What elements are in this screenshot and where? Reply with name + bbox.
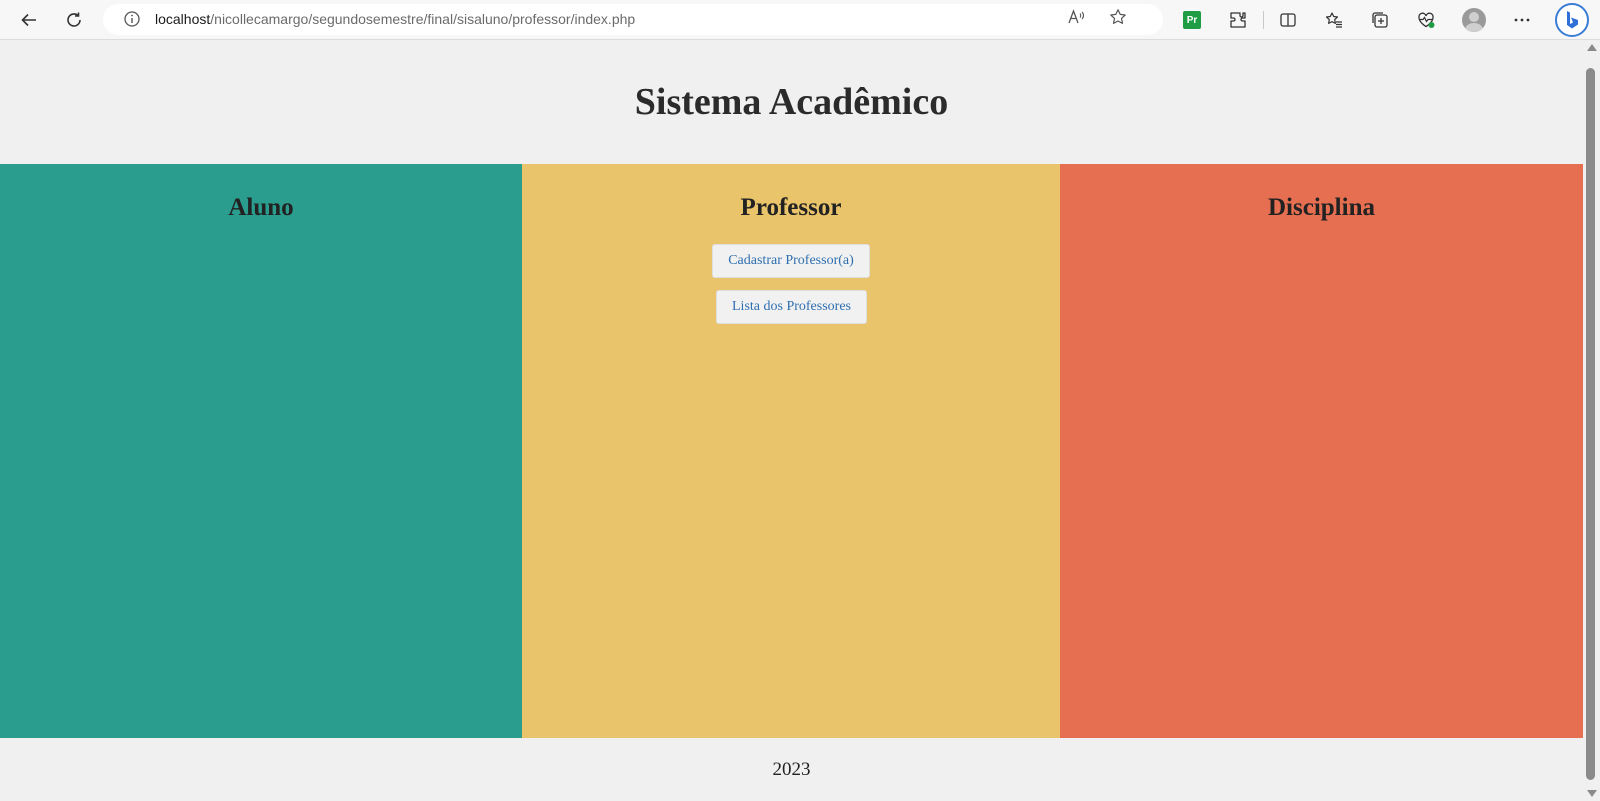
address-bar[interactable]: localhost/nicollecamargo/segundosemestre…: [103, 4, 1163, 35]
page-content: Sistema Acadêmico Aluno Professor Cadast…: [0, 40, 1583, 801]
more-button[interactable]: [1506, 4, 1538, 36]
browser-essentials-icon: [1417, 11, 1435, 29]
favorite-star-icon: [1109, 8, 1127, 31]
back-button[interactable]: [13, 4, 45, 36]
aluno-section: Aluno: [0, 164, 522, 738]
url-text[interactable]: localhost/nicollecamargo/segundosemestre…: [155, 11, 635, 27]
favorites-button[interactable]: [1318, 4, 1350, 36]
page-title: Sistema Acadêmico: [634, 81, 949, 123]
lista-professores-button[interactable]: Lista dos Professores: [716, 290, 867, 324]
professor-section: Professor Cadastrar Professor(a) Lista d…: [522, 164, 1060, 738]
pr-extension-button[interactable]: Pr: [1176, 4, 1208, 36]
aluno-section-title: Aluno: [228, 194, 294, 221]
refresh-icon: [65, 11, 83, 29]
split-screen-button[interactable]: [1272, 4, 1304, 36]
favorite-button[interactable]: [1103, 4, 1133, 35]
favorites-icon: [1325, 11, 1343, 29]
more-icon: [1513, 11, 1531, 29]
toolbar-divider: [1263, 11, 1264, 29]
disciplina-section: Disciplina: [1060, 164, 1583, 738]
profile-button[interactable]: [1458, 4, 1490, 36]
site-info-icon[interactable]: [123, 10, 141, 33]
collections-icon: [1371, 11, 1389, 29]
url-path: /nicollecamargo/segundosemestre/final/si…: [210, 11, 636, 27]
disciplina-section-title: Disciplina: [1268, 194, 1375, 221]
footer-year: 2023: [772, 758, 811, 780]
extensions-icon: [1229, 11, 1247, 29]
copilot-button[interactable]: [1554, 2, 1590, 38]
read-aloud-button[interactable]: [1061, 4, 1091, 35]
browser-essentials-button[interactable]: [1410, 4, 1442, 36]
split-screen-icon: [1279, 11, 1297, 29]
vertical-scrollbar[interactable]: [1583, 40, 1600, 801]
cadastrar-professor-button[interactable]: Cadastrar Professor(a): [712, 244, 870, 278]
extensions-button[interactable]: [1222, 4, 1254, 36]
scroll-up-arrow-icon[interactable]: [1587, 44, 1597, 51]
scroll-down-arrow-icon[interactable]: [1587, 790, 1597, 797]
refresh-button[interactable]: [58, 4, 90, 36]
profile-icon: [1462, 8, 1486, 32]
read-aloud-icon: [1067, 8, 1085, 31]
browser-toolbar: localhost/nicollecamargo/segundosemestre…: [0, 0, 1600, 40]
scrollbar-thumb[interactable]: [1586, 68, 1595, 780]
collections-button[interactable]: [1364, 4, 1396, 36]
pr-extension-icon: Pr: [1183, 11, 1201, 29]
professor-section-title: Professor: [740, 194, 842, 221]
back-icon: [20, 11, 38, 29]
url-host: localhost: [155, 11, 211, 27]
copilot-icon: [1555, 3, 1589, 37]
